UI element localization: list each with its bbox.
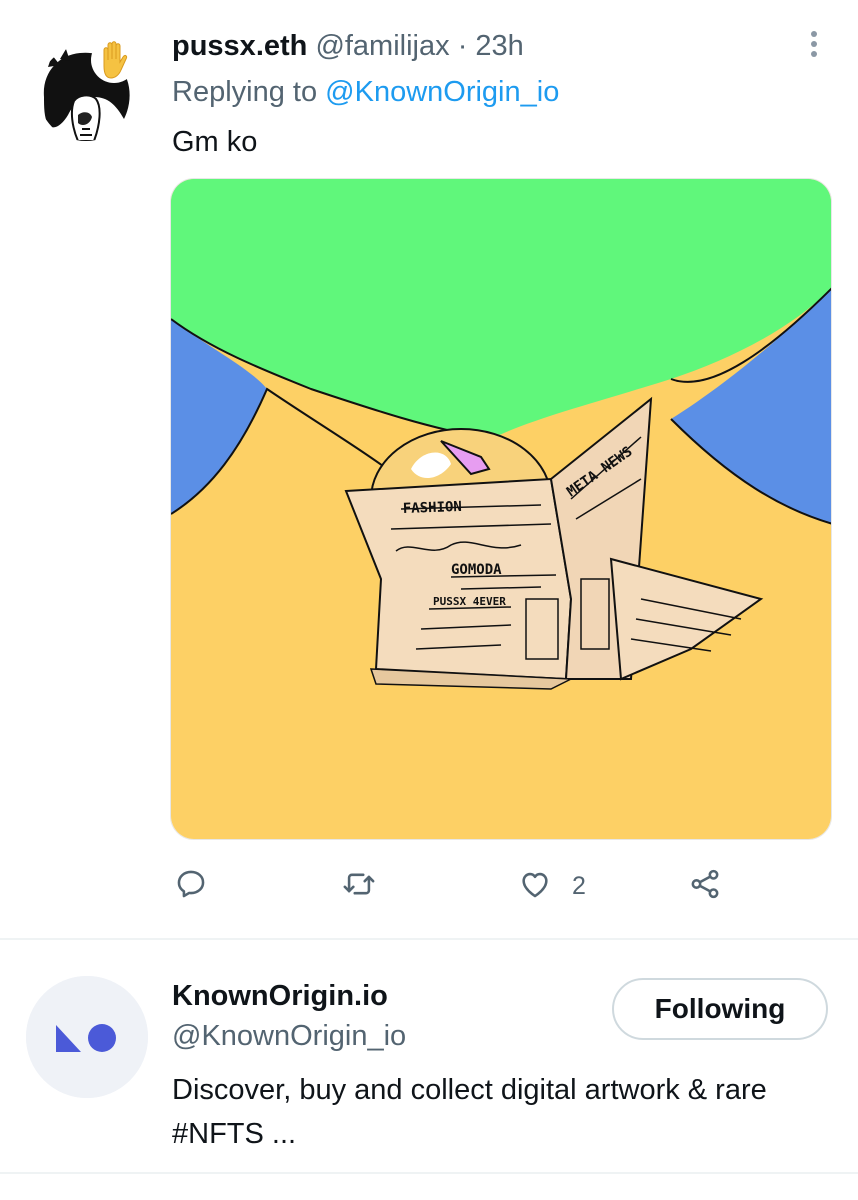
separator-dot: · — [457, 30, 468, 62]
retweet-icon — [342, 867, 376, 906]
replying-to-line: Replying to @KnownOrigin_io — [172, 76, 559, 109]
display-name[interactable]: pussx.eth — [172, 30, 307, 62]
like-button[interactable]: 2 — [518, 862, 586, 910]
tweet-text: Gm ko — [172, 126, 258, 158]
replying-to-link[interactable]: @KnownOrigin_io — [325, 76, 559, 108]
retweet-button[interactable] — [342, 862, 376, 910]
artwork-text-pussx: PUSSX 4EVER — [433, 595, 506, 608]
reply-button[interactable] — [174, 862, 208, 910]
share-icon — [688, 867, 722, 906]
account-handle[interactable]: @KnownOrigin_io — [172, 1020, 406, 1053]
tweet-actions: 2 — [170, 862, 832, 910]
bottom-divider — [0, 1172, 858, 1174]
following-button[interactable]: Following — [612, 978, 828, 1040]
tweet[interactable]: pussx.eth @familijax · 23h Replying to @… — [0, 0, 858, 940]
artwork-text-gomoda: GOMODA — [451, 562, 502, 578]
like-count: 2 — [572, 871, 586, 900]
account-card[interactable]: KnownOrigin.io @KnownOrigin_io Following… — [0, 940, 858, 1180]
user-handle[interactable]: @familijax — [315, 30, 449, 62]
share-button[interactable] — [688, 862, 722, 910]
knownorigin-avatar[interactable] — [26, 976, 148, 1098]
account-bio: Discover, buy and collect digital artwor… — [172, 1074, 767, 1150]
timestamp[interactable]: 23h — [475, 30, 523, 62]
reply-icon — [174, 867, 208, 906]
account-name[interactable]: KnownOrigin.io — [172, 980, 388, 1013]
artwork-text-fashion: FASHION — [403, 499, 463, 517]
hand-emoji-icon — [90, 36, 138, 84]
tweet-media-image[interactable]: FASHION META NEWS GOMODA PUSSX 4EVER — [170, 178, 832, 840]
more-options-icon[interactable] — [802, 28, 826, 64]
tweet-header: pussx.eth @familijax · 23h — [172, 30, 524, 63]
replying-to-label: Replying to — [172, 76, 318, 108]
knownorigin-logo-icon — [26, 976, 148, 1098]
heart-icon — [518, 867, 552, 906]
